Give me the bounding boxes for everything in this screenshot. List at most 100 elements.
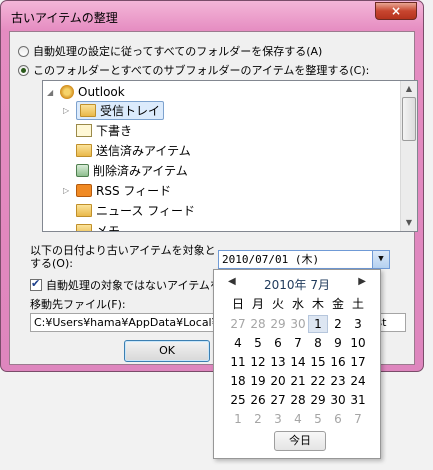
calendar-day[interactable]: 27: [268, 391, 288, 409]
move-to-label: 移動先ファイル(F):: [30, 298, 126, 311]
date-label: 以下の日付より古いアイテムを対象とする(O):: [30, 244, 216, 270]
calendar-day[interactable]: 15: [308, 353, 328, 371]
tree-item-inbox[interactable]: ▷ 受信トレイ: [63, 100, 165, 120]
calendar-day[interactable]: 17: [348, 353, 368, 371]
next-month-arrow-icon[interactable]: ▶: [358, 276, 366, 287]
calendar-day[interactable]: 19: [248, 372, 268, 390]
calendar-day[interactable]: 30: [328, 391, 348, 409]
calendar-day[interactable]: 20: [268, 372, 288, 390]
weekday-label: 土: [351, 297, 364, 311]
calendar-month-label[interactable]: 2010年 7月: [214, 276, 380, 292]
weekday-label: 金: [331, 297, 344, 311]
weekday-label: 水: [291, 297, 304, 311]
tree-root-label: Outlook: [78, 85, 125, 99]
calendar-day[interactable]: 31: [348, 391, 368, 409]
calendar-day[interactable]: 30: [288, 315, 308, 333]
calendar-day[interactable]: 4: [288, 410, 308, 428]
checkbox[interactable]: [30, 277, 42, 291]
date-value: 2010/07/01 (木): [222, 253, 320, 266]
tree-item-rss[interactable]: ▷ RSS フィード: [63, 181, 171, 199]
tree-item-drafts[interactable]: 下書き: [76, 121, 132, 139]
expand-icon[interactable]: ▷: [63, 186, 73, 195]
inbox-icon: [80, 103, 96, 117]
calendar-week: 11 12 13 14 15 16 17: [228, 353, 368, 371]
calendar-week: 1 2 3 4 5 6 7: [228, 410, 368, 428]
calendar-day[interactable]: 18: [228, 372, 248, 390]
calendar-day[interactable]: 7: [288, 334, 308, 352]
calendar-day[interactable]: 23: [328, 372, 348, 390]
radio-button-selected[interactable]: [18, 64, 29, 76]
scroll-down-arrow-icon[interactable]: ▼: [401, 215, 417, 231]
calendar-day[interactable]: 11: [228, 353, 248, 371]
weekday-label: 月: [251, 297, 264, 311]
notes-icon: [76, 223, 92, 231]
calendar-day[interactable]: 14: [288, 353, 308, 371]
calendar-day[interactable]: 22: [308, 372, 328, 390]
weekday-label: 日: [231, 297, 244, 311]
calendar-day[interactable]: 27: [228, 315, 248, 333]
calendar-day[interactable]: 9: [328, 334, 348, 352]
calendar-day[interactable]: 28: [288, 391, 308, 409]
calendar-day[interactable]: 16: [328, 353, 348, 371]
calendar-day[interactable]: 6: [268, 334, 288, 352]
tree-item-label: メモ: [96, 223, 121, 232]
expand-icon[interactable]: ▷: [63, 106, 73, 115]
calendar-day-selected[interactable]: 1: [308, 315, 328, 333]
selected-node[interactable]: 受信トレイ: [76, 100, 165, 120]
calendar-day[interactable]: 26: [248, 391, 268, 409]
radio-archive-default[interactable]: 自動処理の設定に従ってすべてのフォルダーを保存する(A): [18, 44, 322, 58]
tree-item-sent[interactable]: 送信済みアイテム: [76, 141, 191, 159]
calendar-day[interactable]: 29: [268, 315, 288, 333]
calendar-day[interactable]: 21: [288, 372, 308, 390]
tree-item-deleted[interactable]: 削除済みアイテム: [76, 161, 188, 179]
calendar-day[interactable]: 6: [328, 410, 348, 428]
calendar-day[interactable]: 29: [308, 391, 328, 409]
weekday-label: 火: [271, 297, 284, 311]
calendar-popup[interactable]: ◀ 2010年 7月 ▶ 日 月 火 水 木 金 土 27 28 29 30 1…: [213, 269, 381, 459]
calendar-day[interactable]: 28: [248, 315, 268, 333]
calendar-week: 18 19 20 21 22 23 24: [228, 372, 368, 390]
today-button[interactable]: 今日: [274, 431, 326, 451]
radio-label-folder: このフォルダーとすべてのサブフォルダーのアイテムを整理する(C):: [33, 64, 370, 77]
calendar-day[interactable]: 8: [308, 334, 328, 352]
folder-tree[interactable]: ◢ Outlook ▷ 受信トレイ 下書き 送信済みアイテム 削除済みアイテム …: [42, 80, 418, 232]
calendar-day[interactable]: 2: [248, 410, 268, 428]
calendar-day[interactable]: 3: [348, 315, 368, 333]
calendar-day[interactable]: 10: [348, 334, 368, 352]
tree-item-label: 送信済みアイテム: [96, 143, 191, 158]
scroll-up-arrow-icon[interactable]: ▲: [401, 81, 417, 97]
tree-item-label: 削除済みアイテム: [93, 163, 188, 178]
tree-item-label: 受信トレイ: [100, 103, 161, 118]
calendar-day[interactable]: 2: [328, 315, 348, 333]
calendar-day[interactable]: 3: [268, 410, 288, 428]
radio-label-default: 自動処理の設定に従ってすべてのフォルダーを保存する(A): [33, 45, 323, 58]
calendar-day[interactable]: 13: [268, 353, 288, 371]
calendar-day[interactable]: 12: [248, 353, 268, 371]
dialog-title: 古いアイテムの整理: [11, 11, 118, 25]
tree-item-notes[interactable]: メモ: [76, 221, 121, 232]
sent-items-icon: [76, 143, 92, 157]
dropdown-arrow-icon[interactable]: ▼: [372, 251, 389, 268]
calendar-day[interactable]: 25: [228, 391, 248, 409]
calendar-day[interactable]: 5: [308, 410, 328, 428]
ok-button[interactable]: OK: [124, 340, 210, 362]
rss-icon: [76, 183, 92, 197]
date-picker-field[interactable]: 2010/07/01 (木) ▼: [218, 250, 390, 269]
tree-root[interactable]: ◢ Outlook: [47, 83, 125, 101]
calendar-week: 4 5 6 7 8 9 10: [228, 334, 368, 352]
tree-item-label: ニュース フィード: [96, 203, 195, 218]
weekday-label: 木: [311, 297, 324, 311]
radio-button[interactable]: [18, 45, 29, 57]
calendar-day[interactable]: 24: [348, 372, 368, 390]
calendar-day[interactable]: 5: [248, 334, 268, 352]
calendar-day[interactable]: 1: [228, 410, 248, 428]
collapse-icon[interactable]: ◢: [47, 88, 57, 97]
tree-item-newsfeed[interactable]: ニュース フィード: [76, 201, 195, 219]
scroll-thumb[interactable]: [402, 97, 416, 141]
calendar-day[interactable]: 7: [348, 410, 368, 428]
radio-archive-folder[interactable]: このフォルダーとすべてのサブフォルダーのアイテムを整理する(C):: [18, 63, 369, 77]
close-button[interactable]: ×: [375, 2, 417, 20]
folder-icon: [76, 203, 92, 217]
calendar-day[interactable]: 4: [228, 334, 248, 352]
tree-scrollbar[interactable]: ▲ ▼: [400, 81, 417, 231]
